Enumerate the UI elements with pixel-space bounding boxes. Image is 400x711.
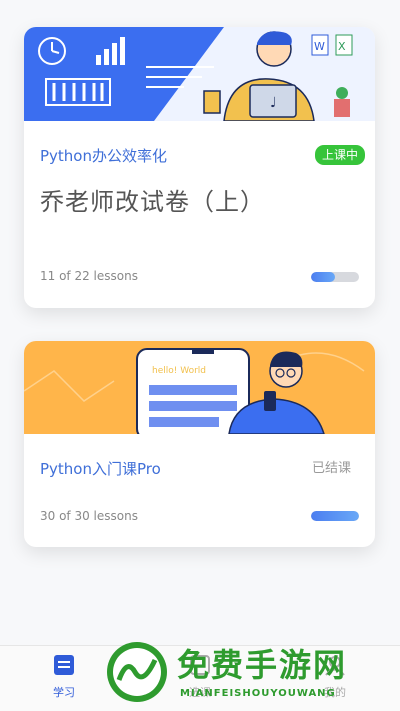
course-card-2[interactable]: hello! World Python入门课Pro 已结课 30 of 30 l… xyxy=(24,341,375,547)
svg-text:W: W xyxy=(314,40,325,53)
svg-text:X: X xyxy=(338,40,346,53)
banner-hello-text: hello! World xyxy=(152,366,206,376)
progress-bar xyxy=(311,511,359,521)
progress-bar xyxy=(311,272,359,282)
course-banner-python: hello! World xyxy=(24,341,375,434)
course-name[interactable]: Python办公效率化 xyxy=(40,145,167,166)
course-card-1[interactable]: ♩ W X Python办公效率化 上课中 乔老师改试卷（上） 11 of 22… xyxy=(24,27,375,308)
progress-bar-fill xyxy=(311,272,335,282)
progress-text: 30 of 30 lessons xyxy=(40,509,138,523)
tab-study[interactable]: 学习 xyxy=(34,654,94,700)
course-banner-office: ♩ W X xyxy=(24,27,375,121)
site-watermark: 免费手游网 MIANFEISHOUYOUWANG xyxy=(105,640,395,710)
status-badge: 上课中 xyxy=(314,145,365,165)
book-icon xyxy=(54,655,74,675)
svg-text:♩: ♩ xyxy=(270,95,277,111)
status-label: 已结课 xyxy=(311,461,351,476)
progress-bar-fill xyxy=(311,511,359,521)
tab-label: 学习 xyxy=(53,686,75,699)
lesson-title[interactable]: 乔老师改试卷（上） xyxy=(40,182,265,217)
watermark-logo-icon xyxy=(107,642,167,702)
course-name[interactable]: Python入门课Pro xyxy=(40,458,161,479)
watermark-title: 免费手游网 xyxy=(177,646,348,684)
watermark-subtitle: MIANFEISHOUYOUWANG xyxy=(180,688,336,699)
progress-text: 11 of 22 lessons xyxy=(40,269,138,283)
